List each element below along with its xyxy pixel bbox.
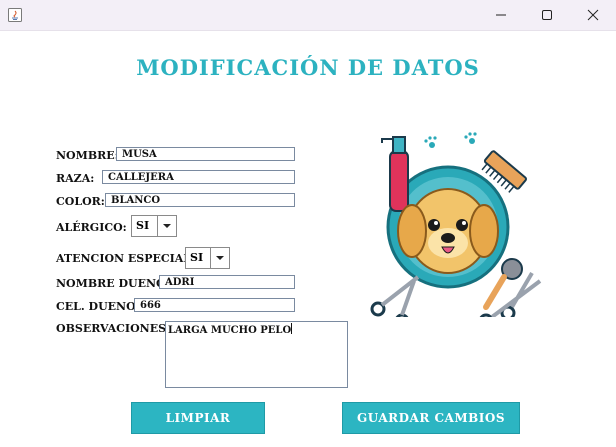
celular-label: CEL. DUENO: bbox=[56, 300, 140, 313]
page-title: MODIFICACIÓN DE DATOS bbox=[136, 55, 480, 80]
minimize-button[interactable] bbox=[478, 0, 524, 30]
celular-field[interactable]: 666 bbox=[134, 298, 295, 312]
dueno-field[interactable]: ADRI bbox=[159, 275, 295, 289]
alergico-label: ALÉRGICO: bbox=[56, 221, 127, 234]
nombre-label: NOMBRE: bbox=[56, 149, 119, 162]
java-app-icon bbox=[8, 7, 22, 22]
maximize-icon bbox=[542, 10, 552, 20]
observaciones-textarea[interactable]: LARGA MUCHO PELO bbox=[165, 321, 348, 388]
paw-icon bbox=[424, 132, 477, 148]
alergico-select[interactable]: SI bbox=[131, 215, 177, 237]
observaciones-text: LARGA MUCHO PELO bbox=[168, 325, 292, 336]
minimize-icon bbox=[496, 14, 506, 16]
nombre-field[interactable]: MUSA bbox=[116, 147, 295, 161]
chevron-down-icon bbox=[210, 248, 229, 268]
atencion-select[interactable]: SI bbox=[185, 247, 230, 269]
raza-field[interactable]: CALLEJERA bbox=[102, 170, 295, 184]
clear-button[interactable]: LIMPIAR bbox=[131, 402, 265, 434]
observaciones-label: OBSERVACIONES: bbox=[56, 322, 171, 335]
title-bar bbox=[0, 0, 616, 31]
chevron-down-icon bbox=[157, 216, 176, 236]
atencion-select-value: SI bbox=[190, 251, 204, 264]
maximize-button[interactable] bbox=[524, 0, 570, 30]
text-cursor bbox=[291, 323, 293, 334]
form-panel: MODIFICACIÓN DE DATOS NOMBRE: MUSA RAZA:… bbox=[0, 31, 616, 447]
spray-bottle-icon bbox=[381, 136, 409, 212]
color-label: COLOR: bbox=[56, 195, 105, 208]
color-field[interactable]: BLANCO bbox=[105, 193, 295, 207]
raza-label: RAZA: bbox=[56, 172, 95, 185]
close-icon bbox=[587, 9, 599, 21]
dueno-label: NOMBRE DUENO: bbox=[56, 277, 170, 290]
scissors-icon bbox=[370, 275, 420, 317]
save-button[interactable]: GUARDAR CAMBIOS bbox=[342, 402, 520, 434]
close-button[interactable] bbox=[570, 0, 616, 30]
dog-grooming-illustration bbox=[370, 132, 542, 317]
alergico-select-value: SI bbox=[136, 219, 150, 232]
atencion-label: ATENCION ESPECIAL: bbox=[56, 252, 196, 265]
